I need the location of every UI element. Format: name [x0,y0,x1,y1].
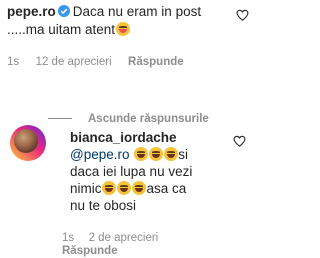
top-comment-text-line1: Daca nu eram in post [72,4,202,19]
top-comment: pepe.ro Daca nu eram in post .....ma uita… [0,0,255,100]
tears-of-joy-emoji-icon [102,181,117,195]
reply-text-part5: nu te obosi [70,198,137,213]
verified-badge-icon [57,5,70,17]
avatar-image [14,129,38,153]
top-comment-body: pepe.ro Daca nu eram in post .....ma uita… [7,3,212,39]
top-comment-username[interactable]: pepe.ro [7,4,56,19]
hide-replies-line [48,118,72,120]
zany-face-emoji-icon [115,22,130,36]
top-comment-meta: 1s 12 de aprecieri Răspunde [7,56,184,68]
reply-comment-body: bianca_iordache @pepe.ro si daca iei lup… [70,129,228,214]
top-comment-likes[interactable]: 12 de aprecieri [36,56,112,68]
reply-like-heart-icon[interactable] [233,135,246,147]
like-heart-icon[interactable] [236,9,249,21]
reply-text-part2: daca iei lupa nu vezi [70,164,193,179]
reply-text-part1: si [178,147,189,162]
top-comment-reply-button[interactable]: Răspunde [128,56,184,68]
reply-comment-reply-button[interactable]: Răspunde [62,245,118,258]
tears-of-joy-emoji-icon [132,181,147,195]
reply-text-part3: nimic [70,181,102,196]
tears-of-joy-emoji-icon [148,147,163,161]
hide-replies-button[interactable]: Ascunde răspunsurile [48,113,209,125]
tears-of-joy-emoji-icon [117,181,132,195]
tears-of-joy-emoji-icon [163,147,178,161]
reply-comment-likes[interactable]: 2 de aprecieri [89,232,159,245]
top-comment-time[interactable]: 1s [7,56,19,68]
reply-mention-link[interactable]: @pepe.ro [70,147,130,162]
tears-of-joy-emoji-icon [133,147,148,161]
reply-text-part4: asa ca [146,181,187,196]
avatar[interactable] [10,125,46,161]
top-comment-text-line2: .....ma uitam atent [7,22,116,37]
hide-replies-label: Ascunde răspunsurile [88,113,209,125]
reply-comment-meta: 1s 2 de aprecieri Răspunde [62,232,158,258]
reply-comment-time[interactable]: 1s [62,232,74,245]
reply-comment-username[interactable]: bianca_iordache [70,130,177,145]
